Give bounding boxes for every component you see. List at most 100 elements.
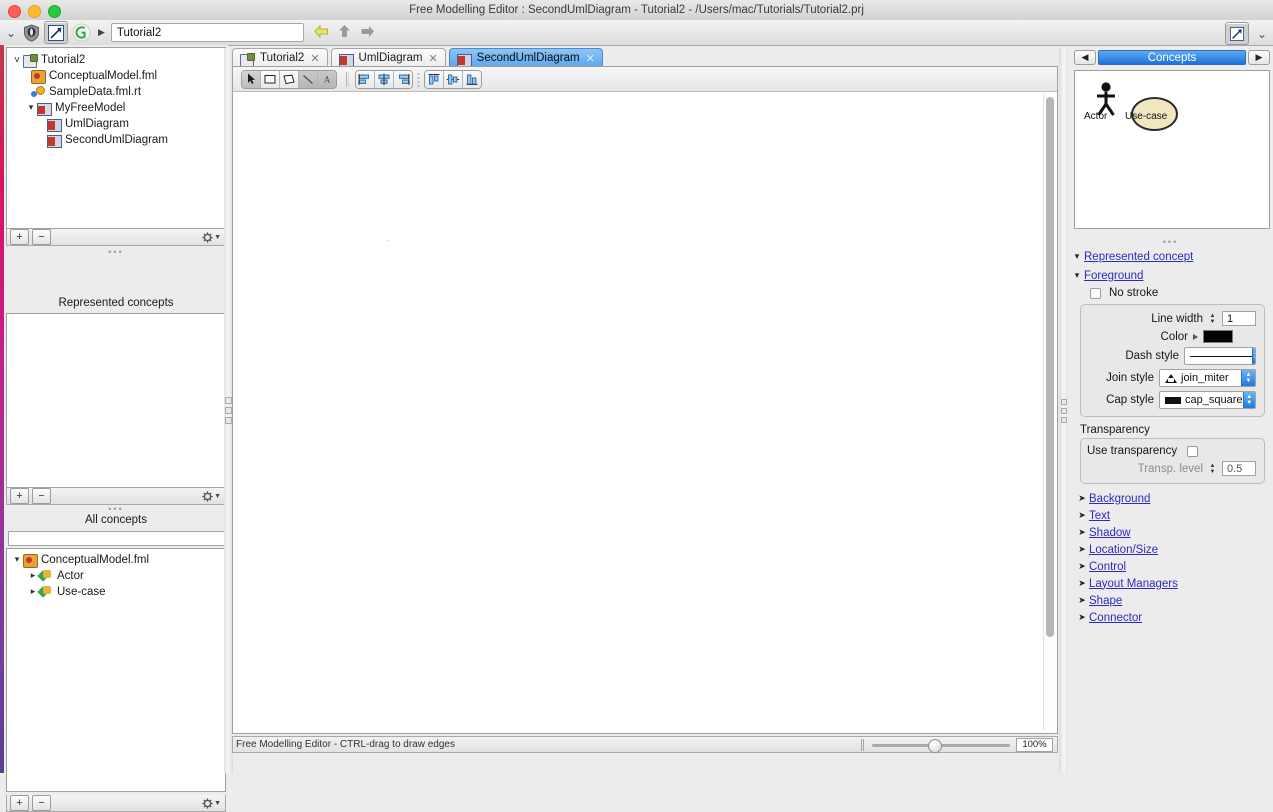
stepper-down-icon[interactable]: ▼ bbox=[1210, 319, 1216, 325]
close-icon[interactable]: ✕ bbox=[586, 52, 595, 65]
align-right-icon[interactable] bbox=[394, 70, 412, 88]
remove-button[interactable]: − bbox=[32, 795, 51, 811]
twisty-icon[interactable]: v bbox=[11, 55, 23, 65]
maximize-window-button[interactable] bbox=[48, 5, 61, 18]
align-middle-icon[interactable] bbox=[444, 70, 463, 88]
shield-app-icon[interactable] bbox=[20, 22, 42, 43]
tab-secondumldiagram[interactable]: SecondUmlDiagram ✕ bbox=[448, 48, 603, 67]
back-arrow-icon[interactable] bbox=[314, 24, 329, 41]
add-button[interactable]: + bbox=[10, 488, 29, 504]
color-expand-icon[interactable] bbox=[1193, 333, 1198, 340]
stepper-arrows-icon[interactable]: ▲▼ bbox=[1252, 348, 1255, 364]
double-chevron-down-icon-right[interactable]: ⌄ bbox=[1255, 28, 1269, 40]
section-represented-concept[interactable]: ▾ Represented concept bbox=[1073, 249, 1273, 264]
inspector-grip[interactable]: ••• bbox=[1068, 238, 1273, 247]
close-icon[interactable]: ✕ bbox=[428, 52, 437, 65]
line-tool-button[interactable] bbox=[299, 70, 318, 88]
section-text[interactable]: ➤ Text bbox=[1078, 508, 1273, 523]
tree-row[interactable]: SampleData.fml.rt bbox=[7, 84, 225, 100]
add-button[interactable]: + bbox=[10, 229, 29, 245]
tree-row[interactable]: v Tutorial2 bbox=[7, 52, 225, 68]
rectangle-tool-button[interactable] bbox=[261, 70, 280, 88]
tree-row[interactable]: ConceptualModel.fml bbox=[7, 68, 225, 84]
twisty-right-icon[interactable]: ➤ bbox=[1078, 562, 1086, 572]
line-width-stepper[interactable]: ▲ ▼ bbox=[1208, 311, 1217, 326]
gear-icon[interactable]: ▼ bbox=[202, 490, 221, 502]
section-shape[interactable]: ➤ Shape bbox=[1078, 593, 1273, 608]
color-swatch[interactable] bbox=[1203, 330, 1233, 343]
address-input[interactable]: Tutorial2 bbox=[110, 23, 304, 42]
transp-level-input[interactable]: 0.5 bbox=[1222, 461, 1256, 476]
align-top-icon[interactable] bbox=[425, 70, 444, 88]
window-controls[interactable] bbox=[8, 5, 61, 18]
section-background[interactable]: ➤ Background bbox=[1078, 491, 1273, 506]
section-label[interactable]: Represented concept bbox=[1084, 251, 1193, 263]
palette-next-button[interactable]: ▶ bbox=[1248, 50, 1270, 65]
twisty-right-icon[interactable]: ➤ bbox=[1078, 579, 1086, 589]
represented-concepts-grip[interactable]: ••• bbox=[6, 248, 226, 257]
close-window-button[interactable] bbox=[8, 5, 21, 18]
section-layout-managers[interactable]: ➤ Layout Managers bbox=[1078, 576, 1273, 591]
add-button[interactable]: + bbox=[10, 795, 29, 811]
canvas-vertical-scrollbar[interactable] bbox=[1043, 93, 1055, 730]
tree-row[interactable]: ▸ Use-case bbox=[7, 584, 225, 600]
diagram-editor-icon[interactable] bbox=[44, 21, 68, 44]
tree-row[interactable]: ▾ ConceptualModel.fml bbox=[7, 552, 225, 568]
minimize-window-button[interactable] bbox=[28, 5, 41, 18]
twisty-right-icon[interactable]: ➤ bbox=[1078, 545, 1086, 555]
twisty-right-icon[interactable]: ➤ bbox=[1078, 613, 1086, 623]
text-tool-button[interactable]: A bbox=[318, 70, 336, 88]
scrollbar-thumb[interactable] bbox=[1046, 97, 1054, 637]
stepper-arrows-icon[interactable]: ▲▼ bbox=[1241, 370, 1255, 386]
gear-icon[interactable]: ▼ bbox=[202, 797, 221, 809]
palette-prev-button[interactable]: ◀ bbox=[1074, 50, 1096, 65]
section-label[interactable]: Connector bbox=[1089, 612, 1142, 624]
no-stroke-checkbox[interactable] bbox=[1090, 287, 1101, 299]
join-style-select[interactable]: join_miter ▲ ▼ bbox=[1159, 369, 1256, 387]
openflexo-logo-icon[interactable] bbox=[70, 22, 92, 43]
remove-button[interactable]: − bbox=[32, 229, 51, 245]
section-label[interactable]: Control bbox=[1089, 561, 1126, 573]
line-width-input[interactable]: 1 bbox=[1222, 311, 1256, 326]
dash-style-select[interactable]: ▲▼ bbox=[1184, 347, 1256, 365]
transp-level-stepper[interactable]: ▲ ▼ bbox=[1208, 461, 1217, 476]
tab-tutorial2[interactable]: Tutorial2 ✕ bbox=[232, 48, 328, 67]
right-splitter[interactable] bbox=[1059, 48, 1068, 773]
twisty-icon[interactable]: ▾ bbox=[25, 103, 37, 113]
twisty-down-icon[interactable]: ▾ bbox=[1073, 252, 1081, 262]
section-label[interactable]: Shape bbox=[1089, 595, 1122, 607]
close-icon[interactable]: ✕ bbox=[310, 52, 319, 65]
zoom-slider[interactable] bbox=[872, 738, 1010, 753]
cap-style-select[interactable]: cap_square ▲ ▼ bbox=[1159, 391, 1256, 409]
twisty-right-icon[interactable]: ➤ bbox=[1078, 511, 1086, 521]
select-tool-button[interactable] bbox=[242, 70, 261, 88]
section-label[interactable]: Text bbox=[1089, 510, 1110, 522]
tree-row[interactable]: ▾ MyFreeModel bbox=[7, 100, 225, 116]
tab-umldiagram[interactable]: UmlDiagram ✕ bbox=[330, 48, 446, 67]
zoom-value-field[interactable]: 100% bbox=[1016, 737, 1053, 752]
use-transparency-checkbox[interactable] bbox=[1187, 445, 1199, 457]
double-chevron-down-icon[interactable]: ⌄ bbox=[4, 27, 18, 39]
section-label[interactable]: Background bbox=[1089, 493, 1150, 505]
section-label[interactable]: Location/Size bbox=[1089, 544, 1158, 556]
section-foreground[interactable]: ▾ Foreground bbox=[1073, 268, 1273, 283]
polygon-tool-button[interactable] bbox=[280, 70, 299, 88]
tree-row[interactable]: UmlDiagram bbox=[7, 116, 225, 132]
zoom-slider-knob[interactable] bbox=[928, 738, 942, 753]
project-tree[interactable]: v Tutorial2 ConceptualModel.fml SampleDa… bbox=[7, 48, 225, 148]
section-control[interactable]: ➤ Control bbox=[1078, 559, 1273, 574]
forward-arrow-icon[interactable] bbox=[360, 25, 375, 41]
palette-body[interactable]: Actor Use-case bbox=[1074, 70, 1270, 229]
align-left-icon[interactable] bbox=[356, 70, 375, 88]
twisty-right-icon[interactable]: ➤ bbox=[1078, 596, 1086, 606]
section-connector[interactable]: ➤ Connector bbox=[1078, 610, 1273, 625]
twisty-right-icon[interactable]: ➤ bbox=[1078, 494, 1086, 504]
twisty-icon[interactable]: ▾ bbox=[11, 555, 23, 565]
up-arrow-icon[interactable] bbox=[338, 24, 351, 41]
stepper-down-icon[interactable]: ▼ bbox=[1210, 469, 1216, 475]
section-label[interactable]: Layout Managers bbox=[1089, 578, 1178, 590]
tree-row[interactable]: SecondUmlDiagram bbox=[7, 132, 225, 148]
stepper-arrows-icon[interactable]: ▲▼ bbox=[1242, 392, 1255, 408]
all-concepts-tree[interactable]: ▾ ConceptualModel.fml ▸ Actor ▸ Use-case bbox=[7, 549, 225, 600]
section-label[interactable]: Foreground bbox=[1084, 270, 1143, 282]
